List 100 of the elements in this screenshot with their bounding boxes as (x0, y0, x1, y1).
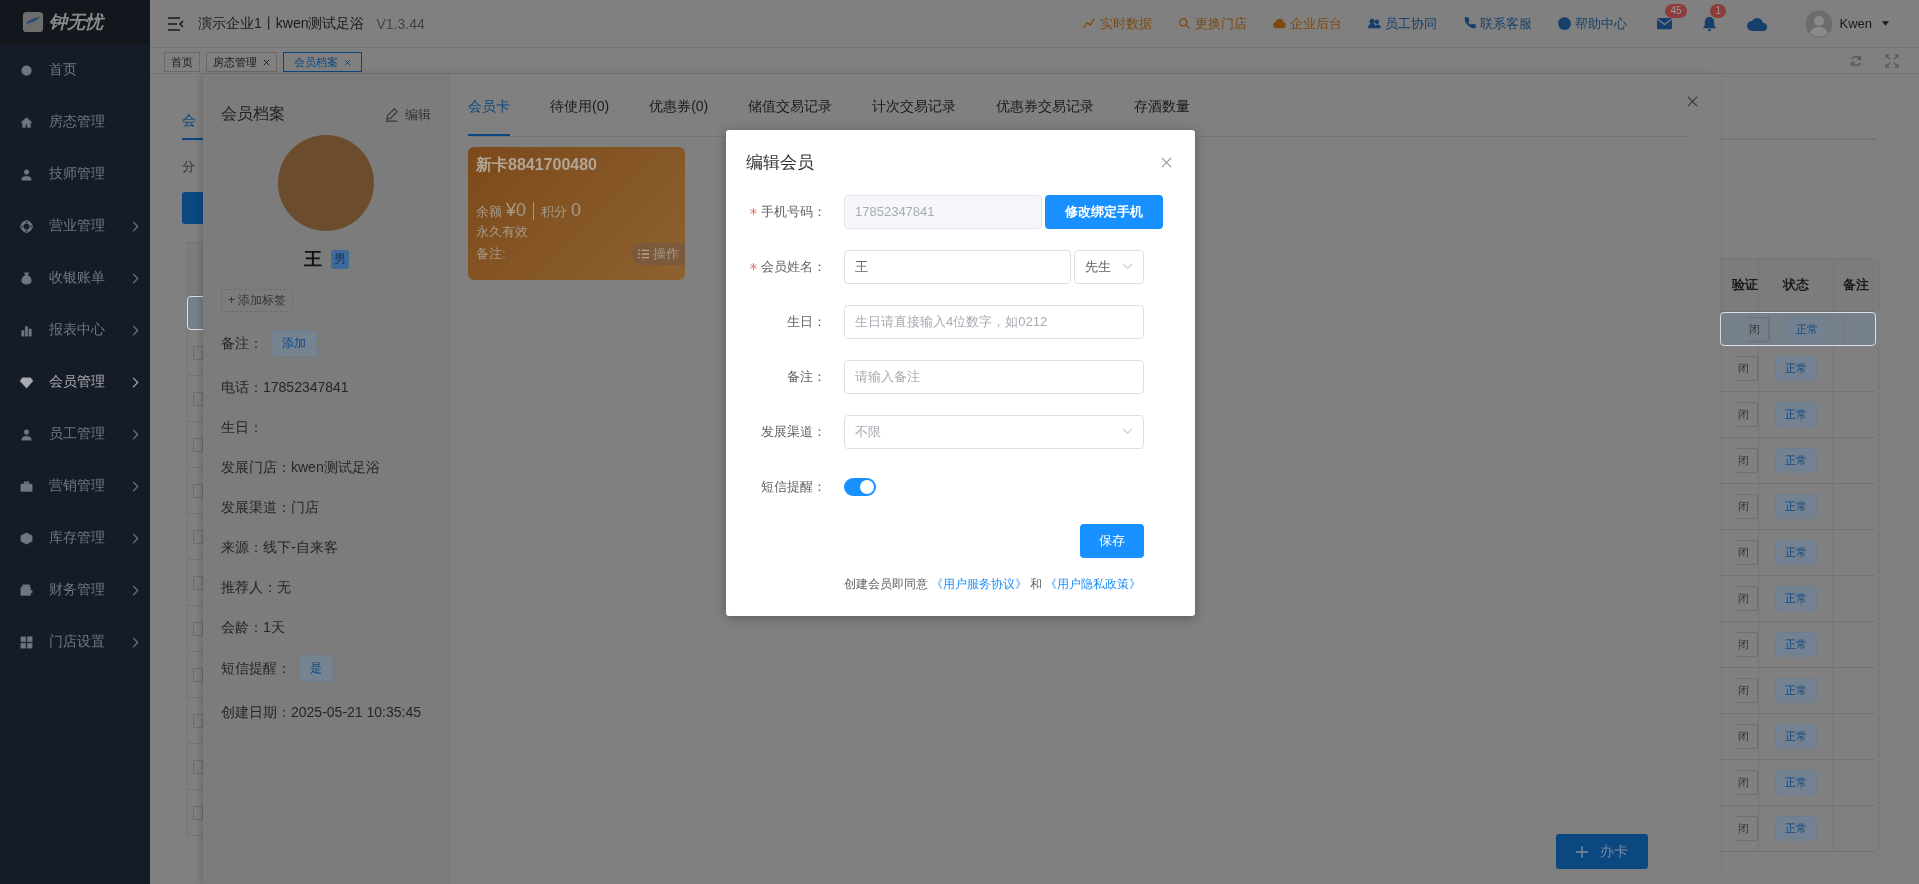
checkbox[interactable] (193, 759, 203, 774)
agreement-text: 和 (1030, 576, 1042, 593)
chevron-right-icon (131, 272, 139, 284)
toggle-button[interactable]: 闭 (1736, 816, 1758, 841)
checkbox[interactable] (193, 805, 203, 820)
checkbox[interactable] (193, 483, 203, 498)
page-tab[interactable]: 首页 (164, 52, 200, 72)
sidebar-item[interactable]: 营业管理 (0, 200, 150, 252)
table-row[interactable]: 闭 正常 (1720, 530, 1876, 576)
tab[interactable]: 待使用(0) (550, 74, 610, 136)
validity-text: 永久有效 (476, 223, 529, 241)
sidebar-item[interactable]: 会员管理 (0, 356, 150, 408)
table-row[interactable]: 闭 正常 (1720, 438, 1876, 484)
toggle-button[interactable]: 闭 (1736, 724, 1758, 749)
sidebar-item[interactable]: 门店设置 (0, 616, 150, 668)
cloud-icon[interactable] (1747, 16, 1768, 31)
header-link[interactable]: 员工协同 (1368, 14, 1438, 33)
sidebar-item[interactable]: 技师管理 (0, 148, 150, 200)
select-field[interactable]: 不限 (844, 414, 1144, 449)
salutation-select[interactable]: 先生 (1074, 249, 1144, 284)
toggle-switch[interactable] (844, 477, 876, 496)
table-row[interactable]: 闭 正常 (1720, 484, 1876, 530)
profile-field: 发展渠道：门店 (221, 499, 431, 517)
status-tag: 正常 (1775, 494, 1817, 519)
menu-item-icon (20, 271, 33, 285)
header-link[interactable]: 企业后台 (1273, 14, 1343, 33)
header-link[interactable]: 更换门店 (1178, 14, 1248, 33)
checkbox[interactable] (193, 713, 203, 728)
close-icon[interactable] (1687, 96, 1698, 107)
profile-field: 发展门店：kwen测试足浴 (221, 459, 431, 477)
table-row[interactable]: 闭 正常 (1720, 576, 1876, 622)
checkbox[interactable] (193, 391, 203, 406)
sidebar-item[interactable]: 员工管理 (0, 408, 150, 460)
caret-icon[interactable] (1882, 21, 1889, 26)
primary-button[interactable] (182, 192, 203, 224)
avatar-icon[interactable] (1805, 9, 1834, 38)
page-tab[interactable]: 会员档案 (283, 52, 362, 72)
checkbox[interactable] (193, 621, 203, 636)
toggle-button[interactable]: 闭 (1736, 540, 1758, 565)
sidebar-item[interactable]: 收银账单 (0, 252, 150, 304)
header-link[interactable]: 联系客服 (1463, 14, 1533, 33)
tab[interactable]: 优惠券(0) (649, 74, 709, 136)
logo-text: 钟无忧 (49, 11, 103, 34)
toggle-button[interactable]: 闭 (1736, 770, 1758, 795)
table-row[interactable]: 闭 正常 (1720, 668, 1876, 714)
table-row[interactable]: 闭 正常 (1720, 714, 1876, 760)
save-button[interactable]: 保存 (1080, 524, 1144, 558)
table-row[interactable]: 闭 正常 (1720, 312, 1876, 346)
checkbox[interactable] (193, 345, 203, 360)
sidebar-item[interactable]: 报表中心 (0, 304, 150, 356)
sidebar-item[interactable]: 首页 (0, 44, 150, 96)
table-row[interactable]: 闭 正常 (1720, 346, 1876, 392)
privacy-policy-link[interactable]: 《用户隐私政策》 (1045, 576, 1141, 593)
service-agreement-link[interactable]: 《用户服务协议》 (931, 576, 1027, 593)
menu-item-icon (20, 63, 33, 77)
toggle-button[interactable]: 闭 (1736, 632, 1758, 657)
add-tag-button[interactable]: + 添加标签 (221, 289, 294, 312)
bell-icon[interactable] (1702, 16, 1718, 31)
member-card[interactable]: 新卡8841700480 余额 ¥0 积分 0 永久有效 备注: 操作 (468, 147, 685, 280)
checkbox[interactable] (193, 667, 203, 682)
action-button[interactable]: 操作 (632, 243, 685, 265)
close-icon[interactable] (344, 58, 351, 66)
toggle-button[interactable]: 闭 (1736, 494, 1758, 519)
checkbox[interactable] (193, 529, 203, 544)
refresh-icon[interactable] (1849, 53, 1863, 68)
name-input[interactable]: 王 (844, 249, 1071, 284)
checkbox[interactable] (193, 437, 203, 452)
table-row[interactable]: 闭 正常 (1720, 806, 1876, 852)
sidebar-item[interactable]: 营销管理 (0, 460, 150, 512)
edit-button[interactable]: 编辑 (384, 105, 431, 124)
field-label: 短信提醒： (761, 477, 826, 496)
header-link[interactable]: 实时数据 (1083, 14, 1153, 33)
page-tab[interactable]: 房态管理 (206, 52, 277, 72)
toggle-button[interactable]: 闭 (1736, 356, 1758, 381)
logo-icon (22, 11, 44, 33)
table-row[interactable]: 闭 正常 (1720, 760, 1876, 806)
toggle-button[interactable]: 闭 (1736, 448, 1758, 473)
close-icon[interactable] (263, 58, 270, 66)
sidebar-item[interactable]: 房态管理 (0, 96, 150, 148)
toggle-button[interactable]: 闭 (1736, 678, 1758, 703)
text-input[interactable]: 请输入备注 (844, 359, 1144, 394)
member-name: 王 (303, 248, 322, 271)
user-name[interactable]: Kwen (1839, 16, 1872, 31)
sidebar-item[interactable]: 库存管理 (0, 512, 150, 564)
header-link[interactable]: 帮助中心 (1558, 14, 1628, 33)
close-icon[interactable] (1161, 156, 1172, 168)
text-input[interactable]: 生日请直接输入4位数字，如0212 (844, 304, 1144, 339)
table-row[interactable]: 闭 正常 (1720, 392, 1876, 438)
new-card-button[interactable]: 办卡 (1556, 834, 1648, 869)
toggle-button[interactable]: 闭 (1747, 316, 1769, 342)
add-remark-button[interactable]: 添加 (271, 330, 317, 357)
checkbox[interactable] (193, 575, 203, 590)
tab[interactable]: 会员卡 (468, 74, 510, 136)
table-row[interactable]: 闭 正常 (1720, 622, 1876, 668)
fullscreen-icon[interactable] (1885, 53, 1899, 68)
menu-icon[interactable] (168, 16, 184, 31)
mail-icon[interactable] (1657, 16, 1673, 31)
toggle-button[interactable]: 闭 (1736, 402, 1758, 427)
sidebar-item[interactable]: 财务管理 (0, 564, 150, 616)
toggle-button[interactable]: 闭 (1736, 586, 1758, 611)
